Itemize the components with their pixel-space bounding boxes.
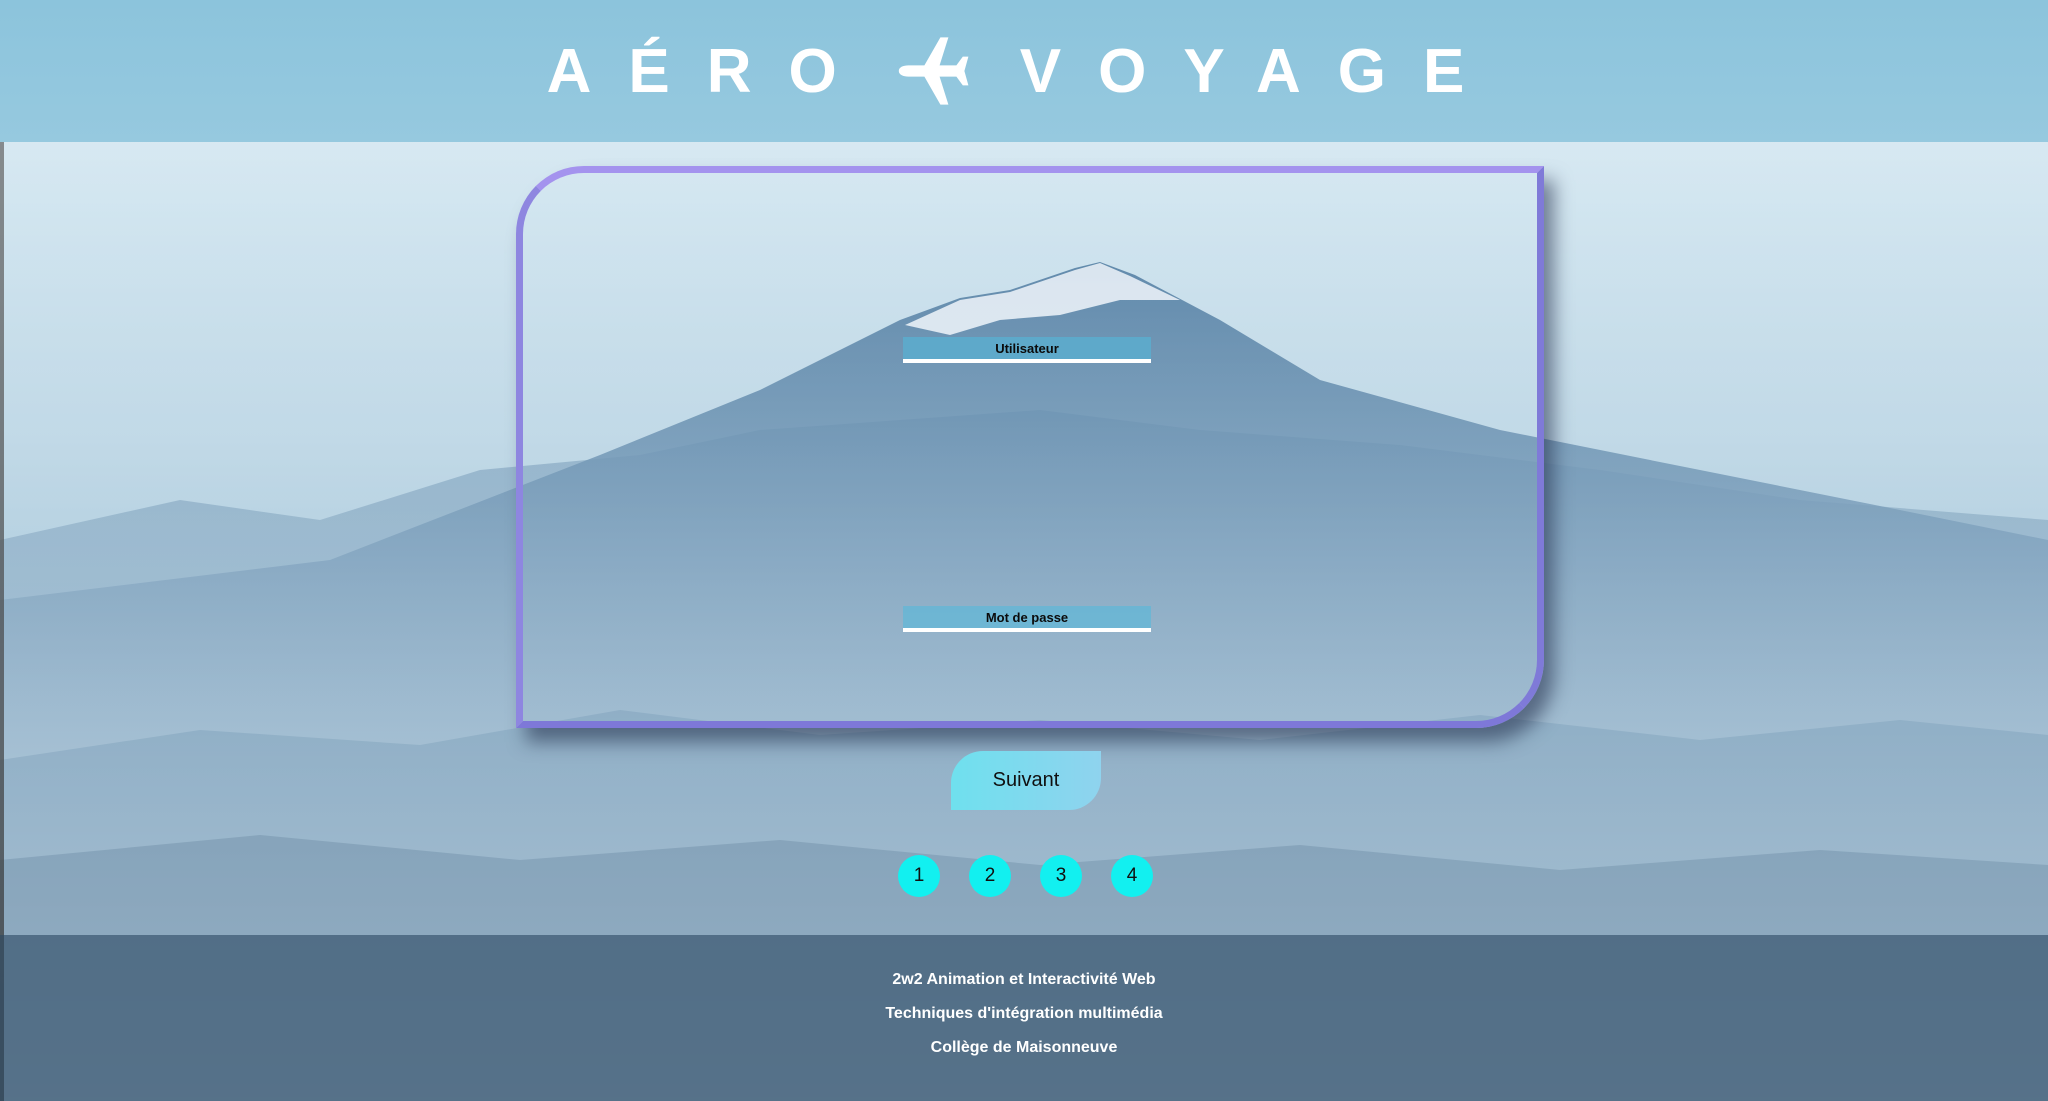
page-1-button[interactable]: 1 [898,855,940,897]
password-field[interactable]: Mot de passe [903,606,1151,632]
site-header: AÉRO VOYAGE [0,0,2048,142]
next-button[interactable]: Suivant [951,751,1101,810]
page: AÉRO VOYAGE Utilisateur Mot de passe Sui… [0,0,2048,1101]
airplane-icon [898,37,969,105]
brand-text-left: AÉRO [546,36,874,106]
login-form-card: Utilisateur Mot de passe [516,166,1544,728]
site-logo: AÉRO VOYAGE [547,31,1502,111]
page-4-button[interactable]: 4 [1111,855,1153,897]
page-3-button[interactable]: 3 [1040,855,1082,897]
site-footer: 2w2 Animation et Interactivité Web Techn… [0,935,2048,1101]
brand-text-right: VOYAGE [1019,36,1502,106]
footer-course: 2w2 Animation et Interactivité Web [892,971,1156,988]
page-2-button[interactable]: 2 [969,855,1011,897]
pagination: 1 2 3 4 [898,855,1153,897]
footer-college: Collège de Maisonneuve [930,1039,1118,1056]
password-label: Mot de passe [985,609,1069,625]
footer-program: Techniques d'intégration multimédia [885,1005,1163,1022]
username-field[interactable]: Utilisateur [903,337,1151,363]
username-label: Utilisateur [995,340,1059,356]
